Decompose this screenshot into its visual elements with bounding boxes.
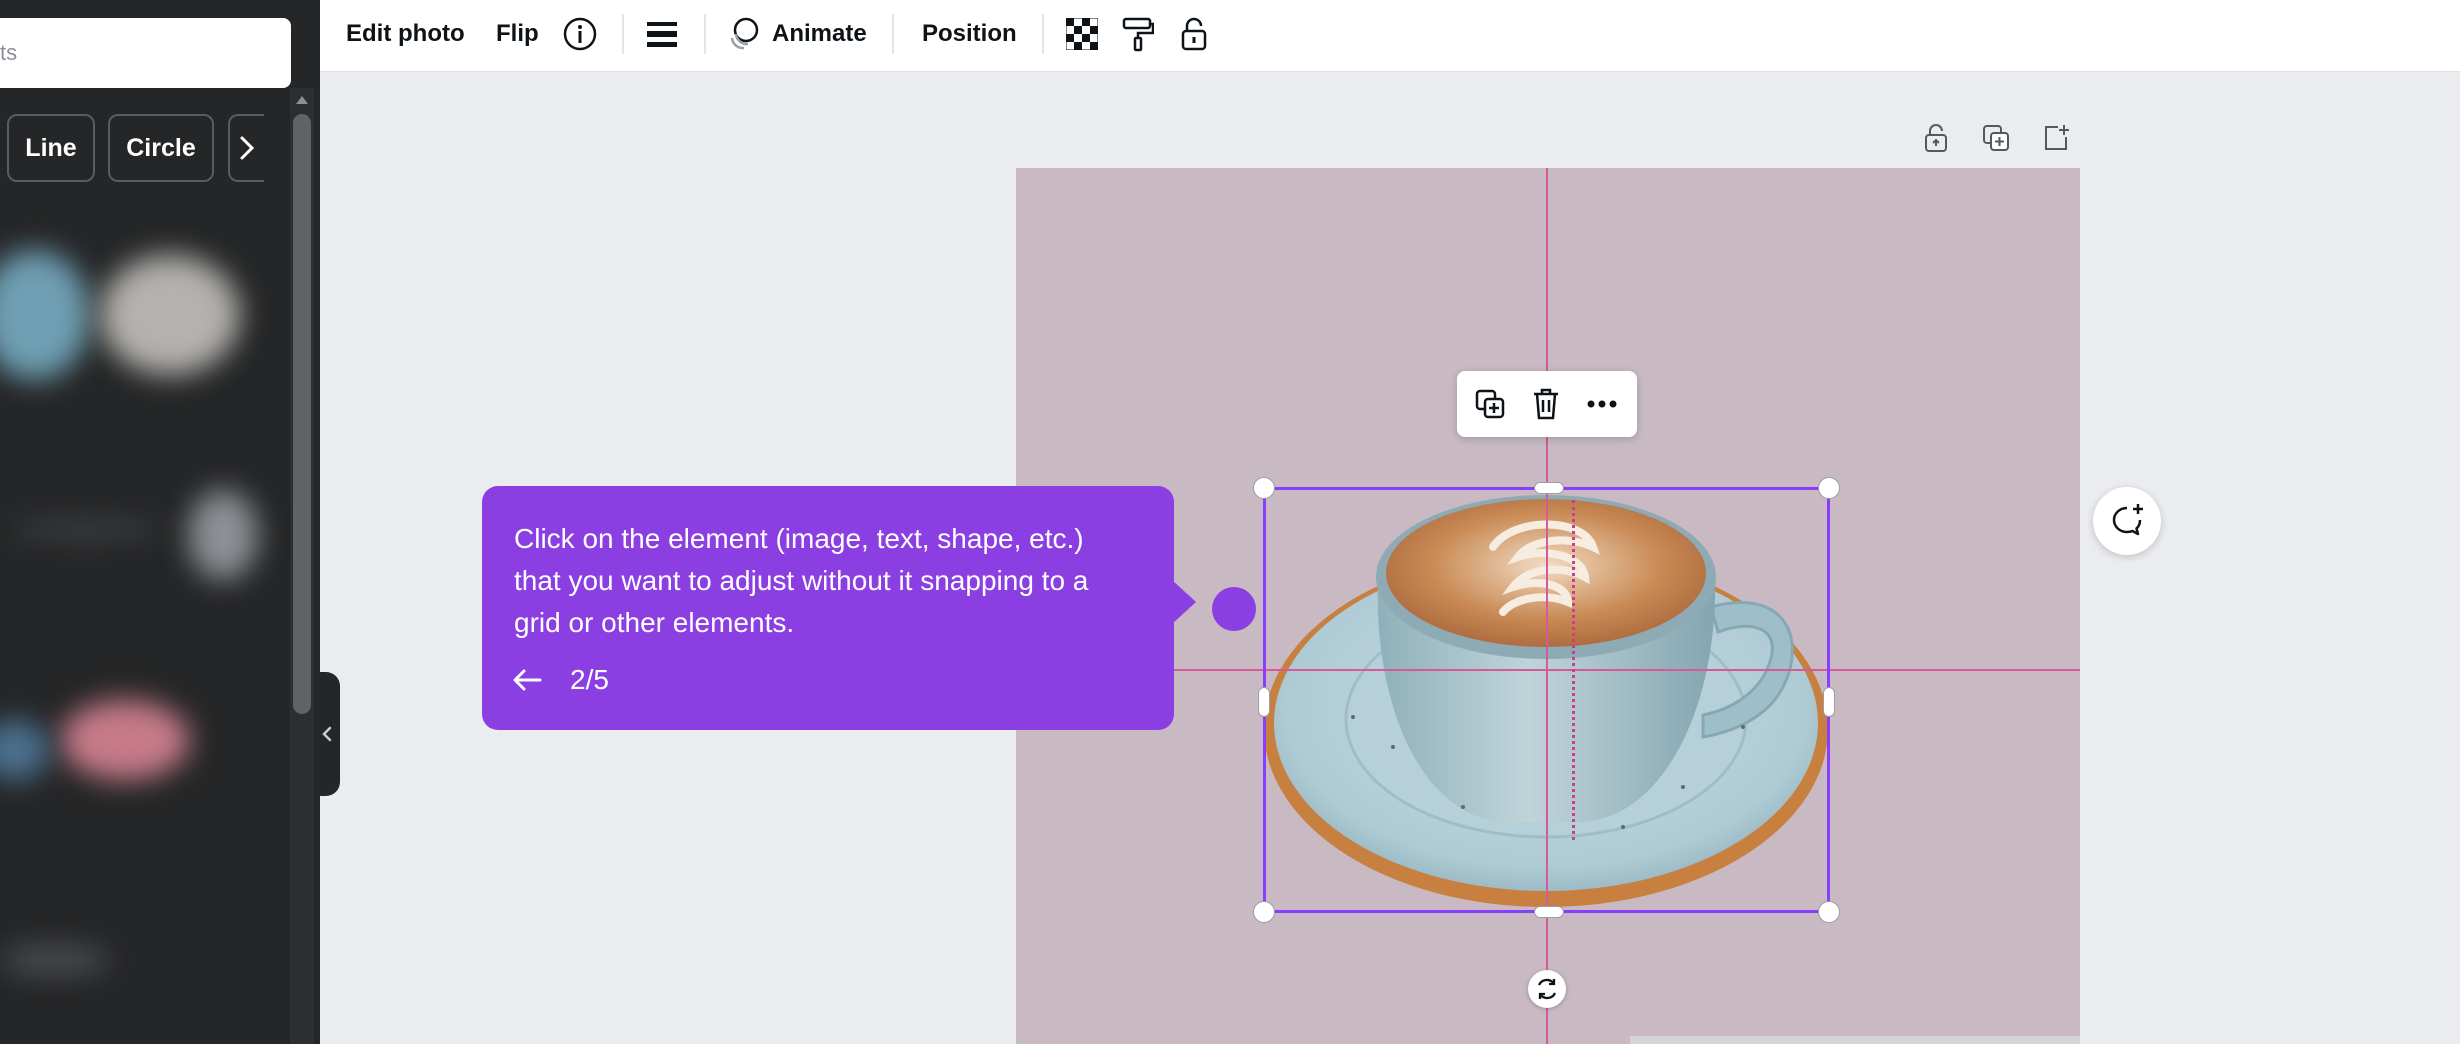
resize-handle-bottom-right[interactable] (1818, 901, 1840, 923)
transparency-icon[interactable] (1062, 14, 1102, 54)
tooltip-text: Click on the element (image, text, shape… (514, 523, 1089, 638)
flip-button[interactable]: Flip (496, 0, 539, 68)
selection-box[interactable] (1253, 477, 1840, 923)
side-panel: ts Line Circle (0, 0, 320, 1044)
lock-page-icon[interactable] (1916, 118, 1956, 158)
chip-line[interactable]: Line (7, 114, 95, 182)
tooltip-back-button[interactable] (512, 662, 552, 698)
edit-photo-button[interactable]: Edit photo (346, 0, 465, 68)
more-icon[interactable] (1581, 383, 1623, 425)
arrow-left-icon (513, 669, 542, 691)
thumbnail-shape[interactable] (188, 490, 258, 580)
chevron-right-icon (240, 136, 255, 160)
chip-circle[interactable]: Circle (108, 114, 214, 182)
element-action-bar (1457, 371, 1637, 437)
side-panel-scrollbar[interactable] (290, 88, 314, 1044)
resize-handle-left[interactable] (1258, 687, 1270, 717)
thumbnail-food[interactable] (60, 700, 190, 780)
resize-handle-bottom-left[interactable] (1253, 901, 1275, 923)
editor-toolbar: Edit photo Flip Animate Position (320, 0, 2460, 72)
search-placeholder: ts (0, 40, 18, 65)
add-comment-icon[interactable] (2093, 487, 2161, 555)
resize-handle-top[interactable] (1534, 482, 1564, 494)
thumbnail-bar[interactable] (0, 945, 110, 975)
add-page-icon[interactable] (2036, 118, 2076, 158)
resize-handle-top-right[interactable] (1818, 477, 1840, 499)
tooltip-step-counter: 2/5 (570, 664, 609, 695)
scroll-up-arrow[interactable] (296, 96, 308, 104)
trash-icon[interactable] (1525, 383, 1567, 425)
chevron-left-icon (322, 726, 332, 742)
search-input[interactable]: ts (0, 18, 291, 88)
resize-handle-bottom[interactable] (1534, 906, 1564, 918)
copy-style-icon[interactable] (1118, 14, 1158, 54)
onboarding-tooltip: Click on the element (image, text, shape… (482, 486, 1196, 730)
duplicate-page-icon[interactable] (1976, 118, 2016, 158)
chips-next-button[interactable] (228, 114, 264, 182)
animate-button[interactable]: Animate (772, 0, 867, 68)
animate-icon[interactable] (724, 14, 764, 54)
position-button[interactable]: Position (922, 0, 1017, 68)
lock-icon[interactable] (1174, 14, 1214, 54)
duplicate-icon[interactable] (1469, 383, 1511, 425)
scrollbar-thumb[interactable] (293, 114, 311, 714)
resize-handle-top-left[interactable] (1253, 477, 1275, 499)
collapse-panel-button[interactable] (316, 672, 340, 796)
thumbnail-line[interactable] (10, 520, 160, 538)
thumbnail-cup-white[interactable] (100, 255, 240, 375)
thumbnail-food-2[interactable] (0, 720, 50, 780)
resize-handle-right[interactable] (1823, 687, 1835, 717)
tooltip-beacon (1212, 587, 1256, 631)
thumbnail-cup-blue[interactable] (0, 250, 90, 380)
info-icon[interactable] (560, 14, 600, 54)
canvas-bottom-bar (1630, 1036, 2080, 1044)
rotate-icon[interactable] (1528, 970, 1566, 1008)
line-weight-icon[interactable] (642, 14, 682, 54)
